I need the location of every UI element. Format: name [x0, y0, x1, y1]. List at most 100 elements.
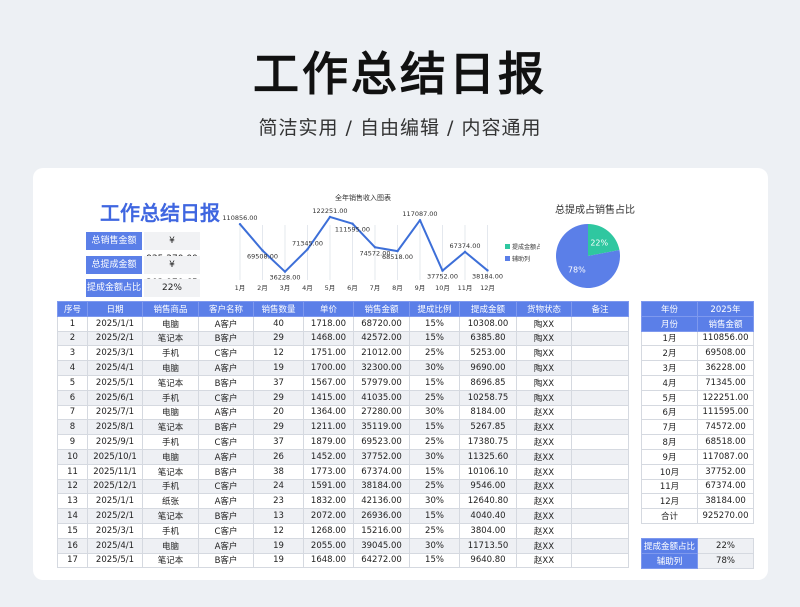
table-cell[interactable]: 57979.00: [353, 374, 410, 391]
table-cell[interactable]: 2025/1/1: [87, 315, 143, 332]
table-cell[interactable]: A客户: [198, 360, 254, 376]
table-cell[interactable]: B客户: [198, 552, 254, 569]
month-cell[interactable]: 6月: [641, 404, 698, 421]
year-value[interactable]: 2025年: [697, 301, 754, 317]
table-cell[interactable]: 19: [253, 552, 304, 569]
table-cell[interactable]: 11713.50: [459, 537, 517, 554]
table-cell[interactable]: 37752.00: [353, 448, 410, 465]
table-cell[interactable]: 电脑: [142, 404, 199, 421]
table-cell[interactable]: 12: [253, 345, 304, 362]
table-cell[interactable]: 陶XX: [516, 330, 572, 347]
table-cell[interactable]: 13: [57, 493, 88, 510]
table-cell[interactable]: 赵XX: [516, 419, 572, 436]
column-header[interactable]: 销售商品: [142, 301, 199, 317]
total-value[interactable]: 925270.00: [697, 508, 754, 524]
table-cell[interactable]: 8: [57, 419, 88, 436]
month-cell[interactable]: 3月: [641, 360, 698, 376]
table-cell[interactable]: 2025/2/1: [87, 330, 143, 347]
kpi-value[interactable]: 22%: [144, 279, 200, 297]
table-cell[interactable]: 68720.00: [353, 315, 410, 332]
table-cell[interactable]: C客户: [198, 389, 254, 406]
table-cell[interactable]: 32300.00: [353, 360, 410, 376]
table-cell[interactable]: 8696.85: [459, 374, 517, 391]
table-cell[interactable]: 陶XX: [516, 374, 572, 391]
table-cell[interactable]: 赵XX: [516, 552, 572, 569]
table-cell[interactable]: 15%: [409, 552, 460, 569]
table-cell[interactable]: 笔记本: [142, 463, 199, 480]
table-cell[interactable]: 15: [57, 522, 88, 539]
table-cell[interactable]: 纸张: [142, 493, 199, 510]
table-cell[interactable]: 笔记本: [142, 508, 199, 524]
table-cell[interactable]: 4040.40: [459, 508, 517, 524]
table-cell[interactable]: 10: [57, 448, 88, 465]
table-cell[interactable]: 赵XX: [516, 522, 572, 539]
table-cell[interactable]: 赵XX: [516, 404, 572, 421]
table-cell[interactable]: 2025/11/1: [87, 463, 143, 480]
table-cell[interactable]: 15%: [409, 419, 460, 436]
table-cell[interactable]: 1211.00: [303, 419, 354, 436]
table-cell[interactable]: [571, 434, 629, 450]
month-sales-cell[interactable]: 117087.00: [697, 448, 754, 465]
table-cell[interactable]: 2025/5/1: [87, 374, 143, 391]
table-cell[interactable]: 笔记本: [142, 419, 199, 436]
table-cell[interactable]: 3: [57, 345, 88, 362]
table-cell[interactable]: 7: [57, 404, 88, 421]
table-cell[interactable]: [571, 552, 629, 569]
column-header[interactable]: 货物状态: [516, 301, 572, 317]
table-cell[interactable]: 15%: [409, 330, 460, 347]
table-cell[interactable]: B客户: [198, 463, 254, 480]
table-cell[interactable]: 赵XX: [516, 508, 572, 524]
table-cell[interactable]: 42136.00: [353, 493, 410, 510]
table-cell[interactable]: 38: [253, 463, 304, 480]
table-cell[interactable]: 1468.00: [303, 330, 354, 347]
table-cell[interactable]: 5: [57, 374, 88, 391]
table-cell[interactable]: 17380.75: [459, 434, 517, 450]
ratio-value[interactable]: 22%: [697, 538, 754, 554]
table-cell[interactable]: 2025/3/1: [87, 522, 143, 539]
table-cell[interactable]: 24: [253, 478, 304, 495]
table-cell[interactable]: 2025/5/1: [87, 552, 143, 569]
table-cell[interactable]: 2025/7/1: [87, 404, 143, 421]
table-cell[interactable]: 1773.00: [303, 463, 354, 480]
table-cell[interactable]: 2025/10/1: [87, 448, 143, 465]
table-cell[interactable]: B客户: [198, 330, 254, 347]
table-cell[interactable]: 手机: [142, 389, 199, 406]
table-cell[interactable]: 赵XX: [516, 463, 572, 480]
table-cell[interactable]: 10308.00: [459, 315, 517, 332]
table-cell[interactable]: 29: [253, 419, 304, 436]
table-cell[interactable]: 2072.00: [303, 508, 354, 524]
month-cell[interactable]: 2月: [641, 345, 698, 362]
table-cell[interactable]: [571, 404, 629, 421]
table-cell[interactable]: 赵XX: [516, 537, 572, 554]
table-cell[interactable]: 手机: [142, 522, 199, 539]
table-cell[interactable]: C客户: [198, 478, 254, 495]
table-cell[interactable]: 23: [253, 493, 304, 510]
column-header[interactable]: 序号: [57, 301, 88, 317]
table-cell[interactable]: 30%: [409, 360, 460, 376]
table-cell[interactable]: [571, 315, 629, 332]
table-cell[interactable]: 手机: [142, 434, 199, 450]
table-cell[interactable]: 6: [57, 389, 88, 406]
month-cell[interactable]: 12月: [641, 493, 698, 510]
table-cell[interactable]: 2025/2/1: [87, 508, 143, 524]
table-cell[interactable]: 9690.00: [459, 360, 517, 376]
table-cell[interactable]: 3804.00: [459, 522, 517, 539]
table-cell[interactable]: 38184.00: [353, 478, 410, 495]
table-cell[interactable]: 1718.00: [303, 315, 354, 332]
table-cell[interactable]: [571, 389, 629, 406]
table-cell[interactable]: 29: [253, 330, 304, 347]
table-cell[interactable]: 2055.00: [303, 537, 354, 554]
table-cell[interactable]: [571, 508, 629, 524]
table-cell[interactable]: 陶XX: [516, 345, 572, 362]
kpi-value[interactable]: ¥ 925,270.00: [144, 232, 200, 264]
table-cell[interactable]: 13: [253, 508, 304, 524]
table-cell[interactable]: 陶XX: [516, 315, 572, 332]
column-header[interactable]: 客户名称: [198, 301, 254, 317]
table-cell[interactable]: 19: [253, 537, 304, 554]
table-cell[interactable]: 9: [57, 434, 88, 450]
table-cell[interactable]: 11: [57, 463, 88, 480]
kpi-value[interactable]: ¥ 202,970.65: [144, 256, 200, 288]
table-cell[interactable]: 2025/3/1: [87, 345, 143, 362]
table-cell[interactable]: 35119.00: [353, 419, 410, 436]
table-cell[interactable]: 25%: [409, 522, 460, 539]
